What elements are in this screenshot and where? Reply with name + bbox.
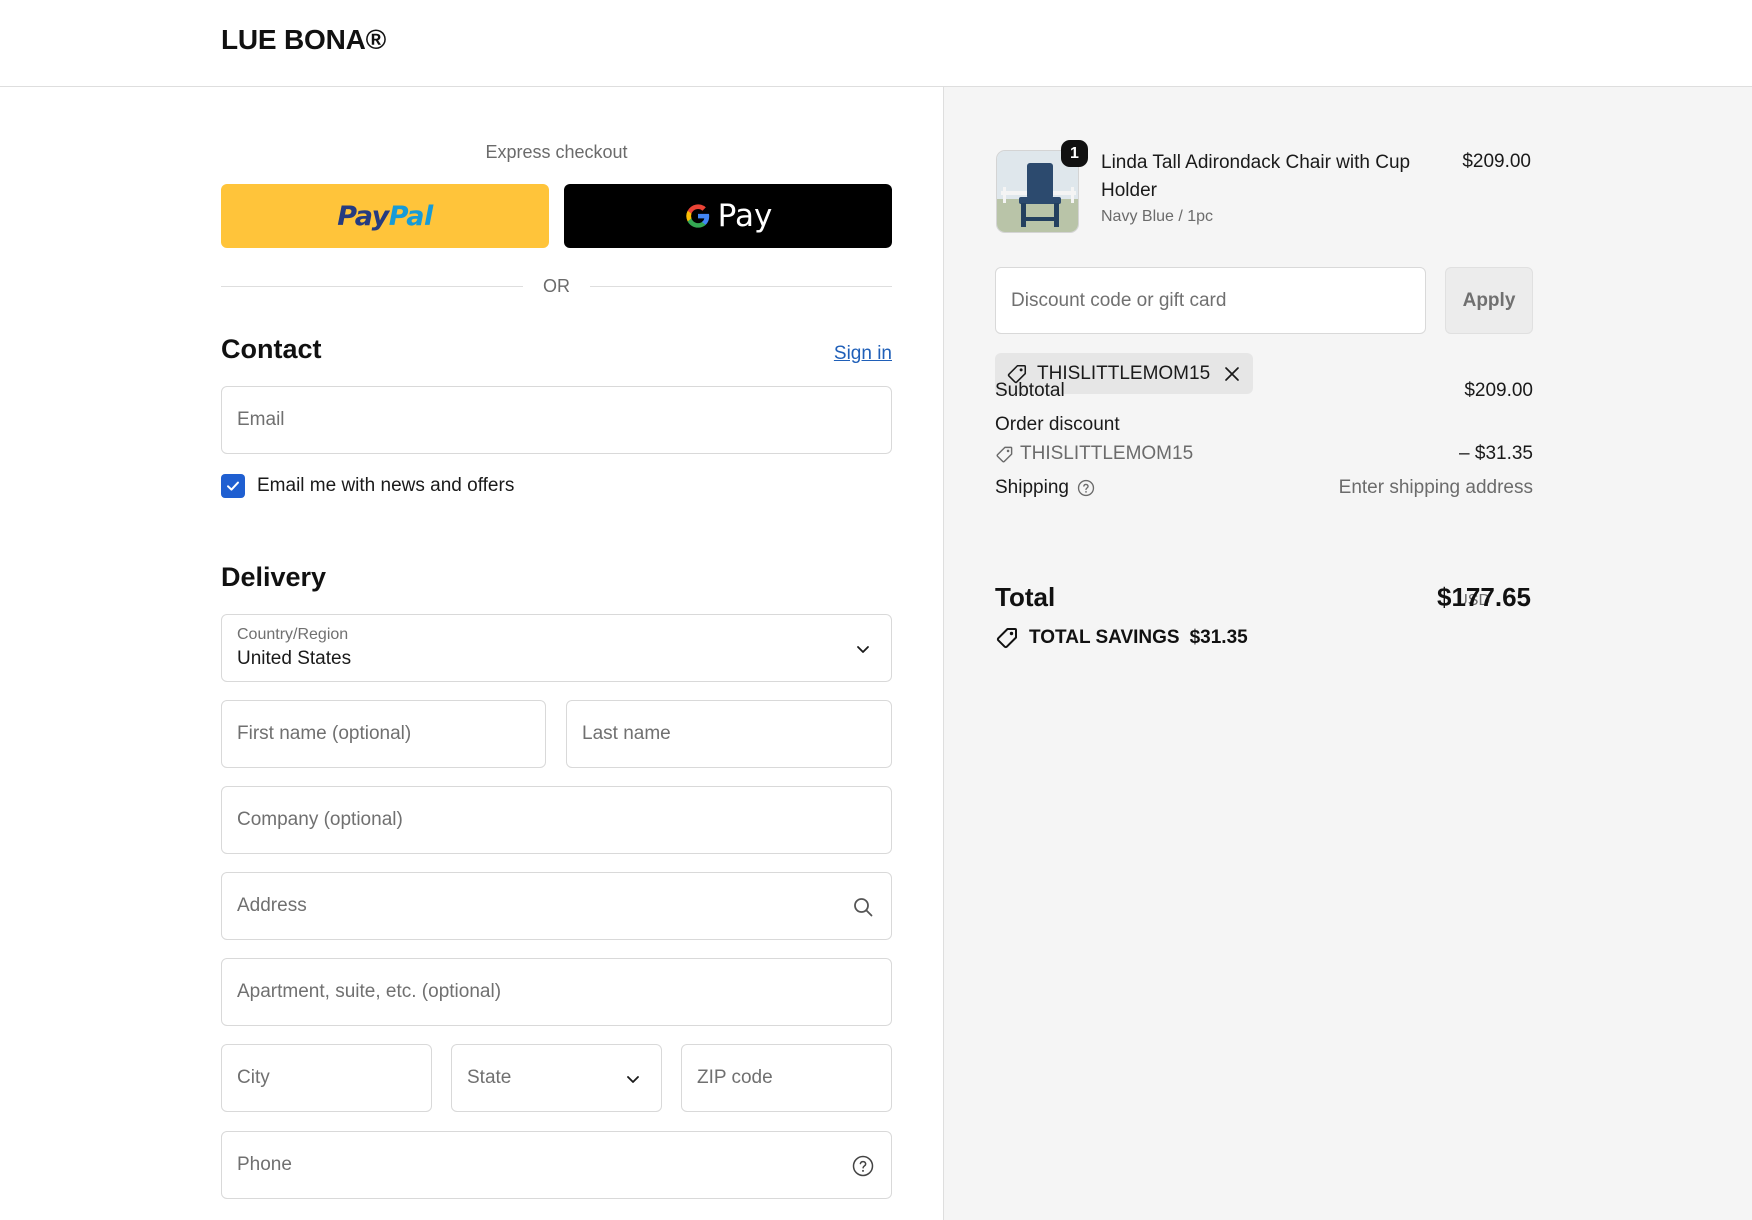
last-name-placeholder: Last name	[582, 723, 671, 744]
order-summary: 1 Linda Tall Adirondack Chair with Cup H…	[943, 87, 1752, 1220]
subtotal-label: Subtotal	[995, 380, 1065, 401]
chevron-down-icon	[627, 1076, 639, 1083]
state-placeholder: State	[467, 1067, 512, 1088]
apply-discount-button[interactable]: Apply	[1445, 267, 1533, 334]
state-select[interactable]: State	[451, 1044, 662, 1112]
discount-code-row: THISLITTLEMOM15 – $31.35	[995, 443, 1533, 470]
city-field[interactable]: City	[221, 1044, 432, 1112]
company-placeholder: Company (optional)	[237, 809, 403, 830]
google-g-icon	[686, 204, 709, 228]
product-price: $209.00	[1462, 151, 1531, 172]
phone-placeholder: Phone	[237, 1154, 292, 1175]
or-divider: OR	[221, 274, 892, 298]
order-discount-label: Order discount	[995, 414, 1120, 435]
or-text: OR	[543, 276, 570, 296]
search-icon	[854, 898, 873, 917]
product-variant: Navy Blue / 1pc	[1101, 208, 1214, 225]
sign-in-link[interactable]: Sign in	[834, 343, 892, 365]
store-logo[interactable]: LUE BONA®	[221, 24, 386, 56]
apartment-placeholder: Apartment, suite, etc. (optional)	[237, 981, 502, 1002]
help-circle-icon[interactable]	[1077, 479, 1095, 497]
zip-code-field[interactable]: ZIP code	[681, 1044, 892, 1112]
first-name-placeholder: First name (optional)	[237, 723, 412, 744]
chevron-down-icon	[857, 646, 869, 653]
zip-code-placeholder: ZIP code	[697, 1067, 773, 1088]
phone-field[interactable]: Phone	[221, 1131, 892, 1199]
company-field[interactable]: Company (optional)	[221, 786, 892, 854]
country-label: Country/Region	[237, 626, 349, 643]
city-placeholder: City	[237, 1067, 270, 1088]
apartment-field[interactable]: Apartment, suite, etc. (optional)	[221, 958, 892, 1026]
savings-label: TOTAL SAVINGS	[1029, 627, 1180, 648]
discount-code-label: THISLITTLEMOM15	[1020, 443, 1194, 464]
paypal-button[interactable]: PayPal	[221, 184, 549, 248]
discount-code-placeholder: Discount code or gift card	[1011, 290, 1227, 311]
contact-title: Contact	[221, 334, 322, 364]
product-name: Linda Tall Adirondack Chair with Cup Hol…	[1101, 152, 1411, 201]
email-field[interactable]: Email	[221, 386, 892, 454]
email-placeholder: Email	[237, 409, 285, 430]
newsletter-option[interactable]: Email me with news and offers	[221, 473, 514, 499]
newsletter-checkbox[interactable]	[221, 474, 245, 498]
country-select[interactable]: Country/Region United States	[221, 614, 892, 682]
savings-tag-icon	[996, 628, 1017, 649]
first-name-field[interactable]: First name (optional)	[221, 700, 546, 768]
last-name-field[interactable]: Last name	[566, 700, 892, 768]
google-pay-label: Pay	[717, 198, 773, 234]
newsletter-label: Email me with news and offers	[257, 475, 515, 496]
shipping-label: Shipping	[995, 477, 1069, 498]
shipping-value: Enter shipping address	[1338, 477, 1533, 498]
total-savings: TOTAL SAVINGS $31.35	[995, 626, 1248, 650]
subtotal-row: Subtotal $209.00	[995, 380, 1533, 402]
order-discount-row: Order discount	[995, 414, 1533, 436]
address-field[interactable]: Address	[221, 872, 892, 940]
google-pay-button[interactable]: Pay	[564, 184, 892, 248]
header: LUE BONA®	[0, 0, 1752, 87]
country-value: United States	[237, 648, 352, 669]
paypal-logo: PayPal	[337, 200, 433, 232]
shipping-row: Shipping Enter shipping address	[995, 477, 1533, 499]
tag-icon	[996, 446, 1013, 462]
discount-value: – $31.35	[1459, 443, 1533, 464]
express-checkout-label: Express checkout	[485, 142, 628, 162]
total-value: $177.65	[1437, 582, 1531, 612]
discount-code-input[interactable]: Discount code or gift card	[995, 267, 1426, 334]
checkmark-icon	[227, 481, 239, 491]
address-placeholder: Address	[237, 895, 307, 916]
total-label: Total	[995, 582, 1056, 612]
savings-value: $31.35	[1189, 627, 1248, 648]
help-circle-icon[interactable]	[851, 1154, 875, 1178]
subtotal-value: $209.00	[1464, 380, 1533, 401]
delivery-title: Delivery	[221, 562, 327, 592]
quantity-badge: 1	[1061, 140, 1088, 167]
